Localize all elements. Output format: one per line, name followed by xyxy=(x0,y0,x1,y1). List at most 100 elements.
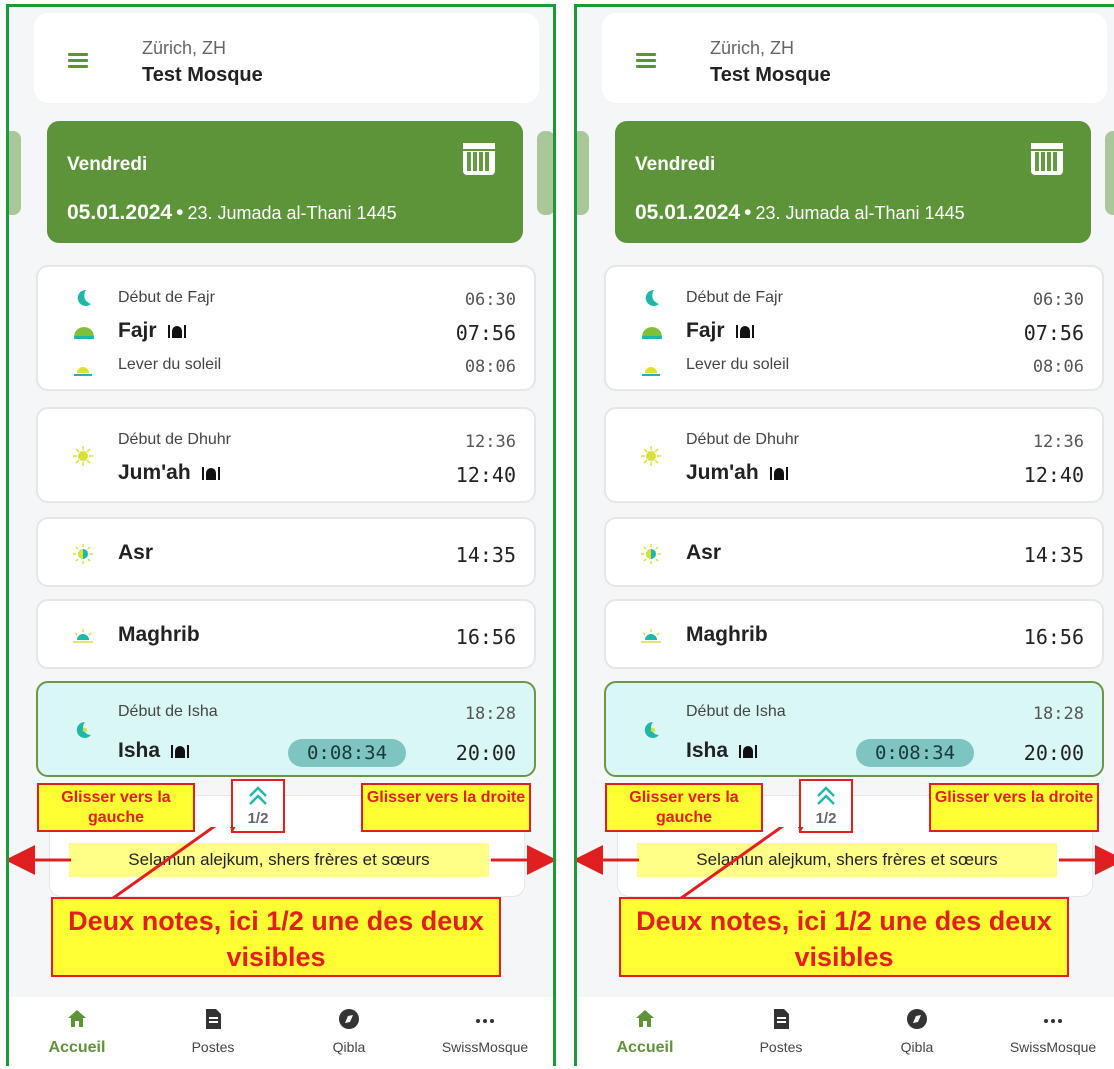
annotation-explanation: Deux notes, ici 1/2 une des deux visible… xyxy=(51,897,501,977)
sunrise-icon xyxy=(642,367,660,376)
mosque-icon xyxy=(171,745,190,758)
asr-name: Asr xyxy=(118,541,154,564)
sunset-icon xyxy=(641,629,661,643)
nav-more-label: SwissMosque xyxy=(1009,1039,1097,1055)
dhuhr-name-text: Jum'ah xyxy=(686,461,759,484)
bottom-nav: Accueil Postes Qibla SwissMosque xyxy=(577,997,1114,1066)
app-screen: Zürich, ZH Test Mosque Vendredi 05.01.20… xyxy=(577,7,1114,1066)
gregorian-date: 05.01.2024 xyxy=(635,201,741,224)
sunrise-label: Lever du soleil xyxy=(118,356,222,373)
prayer-card-maghrib: Maghrib 16:56 xyxy=(604,599,1104,669)
app-screenshot-left: Zürich, ZH Test Mosque Vendredi 05.01.20… xyxy=(6,4,556,1066)
nav-qibla[interactable]: Qibla xyxy=(281,997,417,1066)
mosque-name: Test Mosque xyxy=(710,64,831,86)
calendar-icon[interactable] xyxy=(463,143,495,175)
isha-start-label: Début de Isha xyxy=(686,703,786,720)
asr-time: 14:35 xyxy=(455,543,516,567)
mosque-icon xyxy=(735,325,754,338)
fajr-time: 07:56 xyxy=(455,321,516,345)
double-chevron-up-icon xyxy=(249,786,267,805)
isha-name: Isha xyxy=(118,739,190,763)
prayer-card-asr: Asr 14:35 xyxy=(604,517,1104,587)
fajr-start-time: 06:30 xyxy=(464,290,516,310)
notes-pager[interactable]: 1/2 xyxy=(799,779,853,833)
nav-posts[interactable]: Postes xyxy=(713,997,849,1066)
city-label: Zürich, ZH xyxy=(710,38,795,58)
menu-icon[interactable] xyxy=(636,53,656,69)
fajr-name: Fajr xyxy=(686,319,755,343)
nav-posts[interactable]: Postes xyxy=(145,997,281,1066)
document-icon xyxy=(774,1009,789,1029)
notes-page-count: 1/2 xyxy=(815,810,837,827)
bottom-nav: Accueil Postes Qibla SwissMosque xyxy=(9,997,553,1066)
mosque-icon xyxy=(769,467,788,480)
menu-icon[interactable] xyxy=(68,53,88,69)
date-card: Vendredi 05.01.2024 • 23. Jumada al-Thani … xyxy=(47,121,523,243)
nav-home[interactable]: Accueil xyxy=(577,997,713,1066)
mosque-icon xyxy=(739,745,758,758)
mosque-name: Test Mosque xyxy=(142,64,263,86)
isha-name-text: Isha xyxy=(118,739,161,762)
next-day-tab[interactable] xyxy=(1105,131,1114,215)
asr-name: Asr xyxy=(686,541,722,564)
isha-name: Isha xyxy=(686,739,758,763)
isha-start-label: Début de Isha xyxy=(118,703,218,720)
annotation-explanation: Deux notes, ici 1/2 une des deux visible… xyxy=(619,897,1069,977)
nav-home[interactable]: Accueil xyxy=(9,997,145,1066)
annotation-swipe-left: Glisser vers la gauche xyxy=(605,783,763,832)
date-card: Vendredi 05.01.2024 • 23. Jumada al-Thani … xyxy=(615,121,1091,243)
hijri-date: 23. Jumada al-Thani 1445 xyxy=(187,203,397,223)
city-label: Zürich, ZH xyxy=(142,38,227,58)
compass-icon xyxy=(339,1009,359,1029)
nav-more[interactable]: SwissMosque xyxy=(985,997,1114,1066)
date-line: 05.01.2024 • 23. Jumada al-Thani 1445 xyxy=(67,201,397,225)
dhuhr-name: Jum'ah xyxy=(686,461,789,485)
dhuhr-start-time: 12:36 xyxy=(464,432,516,452)
notes-pager[interactable]: 1/2 xyxy=(231,779,285,833)
header-card: Zürich, ZH Test Mosque xyxy=(34,13,539,103)
app-screenshot-right: Zürich, ZH Test Mosque Vendredi 05.01.20… xyxy=(574,4,1114,1066)
nav-more[interactable]: SwissMosque xyxy=(417,997,553,1066)
date-separator: • xyxy=(744,201,752,224)
maghrib-name: Maghrib xyxy=(686,623,768,646)
countdown-pill: 0:08:34 xyxy=(856,739,974,767)
gregorian-date: 05.01.2024 xyxy=(67,201,173,224)
nav-home-label: Accueil xyxy=(48,1039,106,1056)
nav-qibla[interactable]: Qibla xyxy=(849,997,985,1066)
nav-home-label: Accueil xyxy=(616,1039,674,1056)
fajr-name: Fajr xyxy=(118,319,187,343)
prayer-card-fajr: Début de Fajr 06:30 Fajr 07:56 Lever du … xyxy=(36,265,536,391)
fajr-start-label: Début de Fajr xyxy=(686,289,783,306)
date-separator: • xyxy=(176,201,184,224)
dhuhr-start-time: 12:36 xyxy=(1032,432,1084,452)
maghrib-time: 16:56 xyxy=(455,625,516,649)
isha-name-text: Isha xyxy=(686,739,729,762)
prev-day-tab[interactable] xyxy=(9,131,21,215)
isha-start-time: 18:28 xyxy=(464,704,516,724)
asr-time: 14:35 xyxy=(1023,543,1084,567)
maghrib-time: 16:56 xyxy=(1023,625,1084,649)
next-day-tab[interactable] xyxy=(537,131,553,215)
mosque-icon xyxy=(201,467,220,480)
dhuhr-name-text: Jum'ah xyxy=(118,461,191,484)
annotation-swipe-right: Glisser vers la droite xyxy=(361,783,531,832)
home-icon xyxy=(68,1010,86,1027)
date-line: 05.01.2024 • 23. Jumada al-Thani 1445 xyxy=(635,201,965,225)
compass-icon xyxy=(907,1009,927,1029)
nav-qibla-label: Qibla xyxy=(332,1039,366,1055)
sun-icon xyxy=(641,446,661,466)
maghrib-name: Maghrib xyxy=(118,623,200,646)
sunrise-time: 08:06 xyxy=(464,357,516,377)
calendar-icon[interactable] xyxy=(1031,143,1063,175)
weekday: Vendredi xyxy=(635,154,716,175)
fajr-start-label: Début de Fajr xyxy=(118,289,215,306)
prev-day-tab[interactable] xyxy=(577,131,589,215)
dhuhr-time: 12:40 xyxy=(1023,463,1084,487)
mosque-icon xyxy=(167,325,186,338)
prayer-card-dhuhr: Début de Dhuhr 12:36 Jum'ah 12:40 xyxy=(604,407,1104,503)
nav-qibla-label: Qibla xyxy=(900,1039,934,1055)
sunrise-icon xyxy=(74,367,92,376)
isha-time: 20:00 xyxy=(455,741,516,765)
crescent-star-icon xyxy=(76,721,91,738)
fajr-time: 07:56 xyxy=(1023,321,1084,345)
